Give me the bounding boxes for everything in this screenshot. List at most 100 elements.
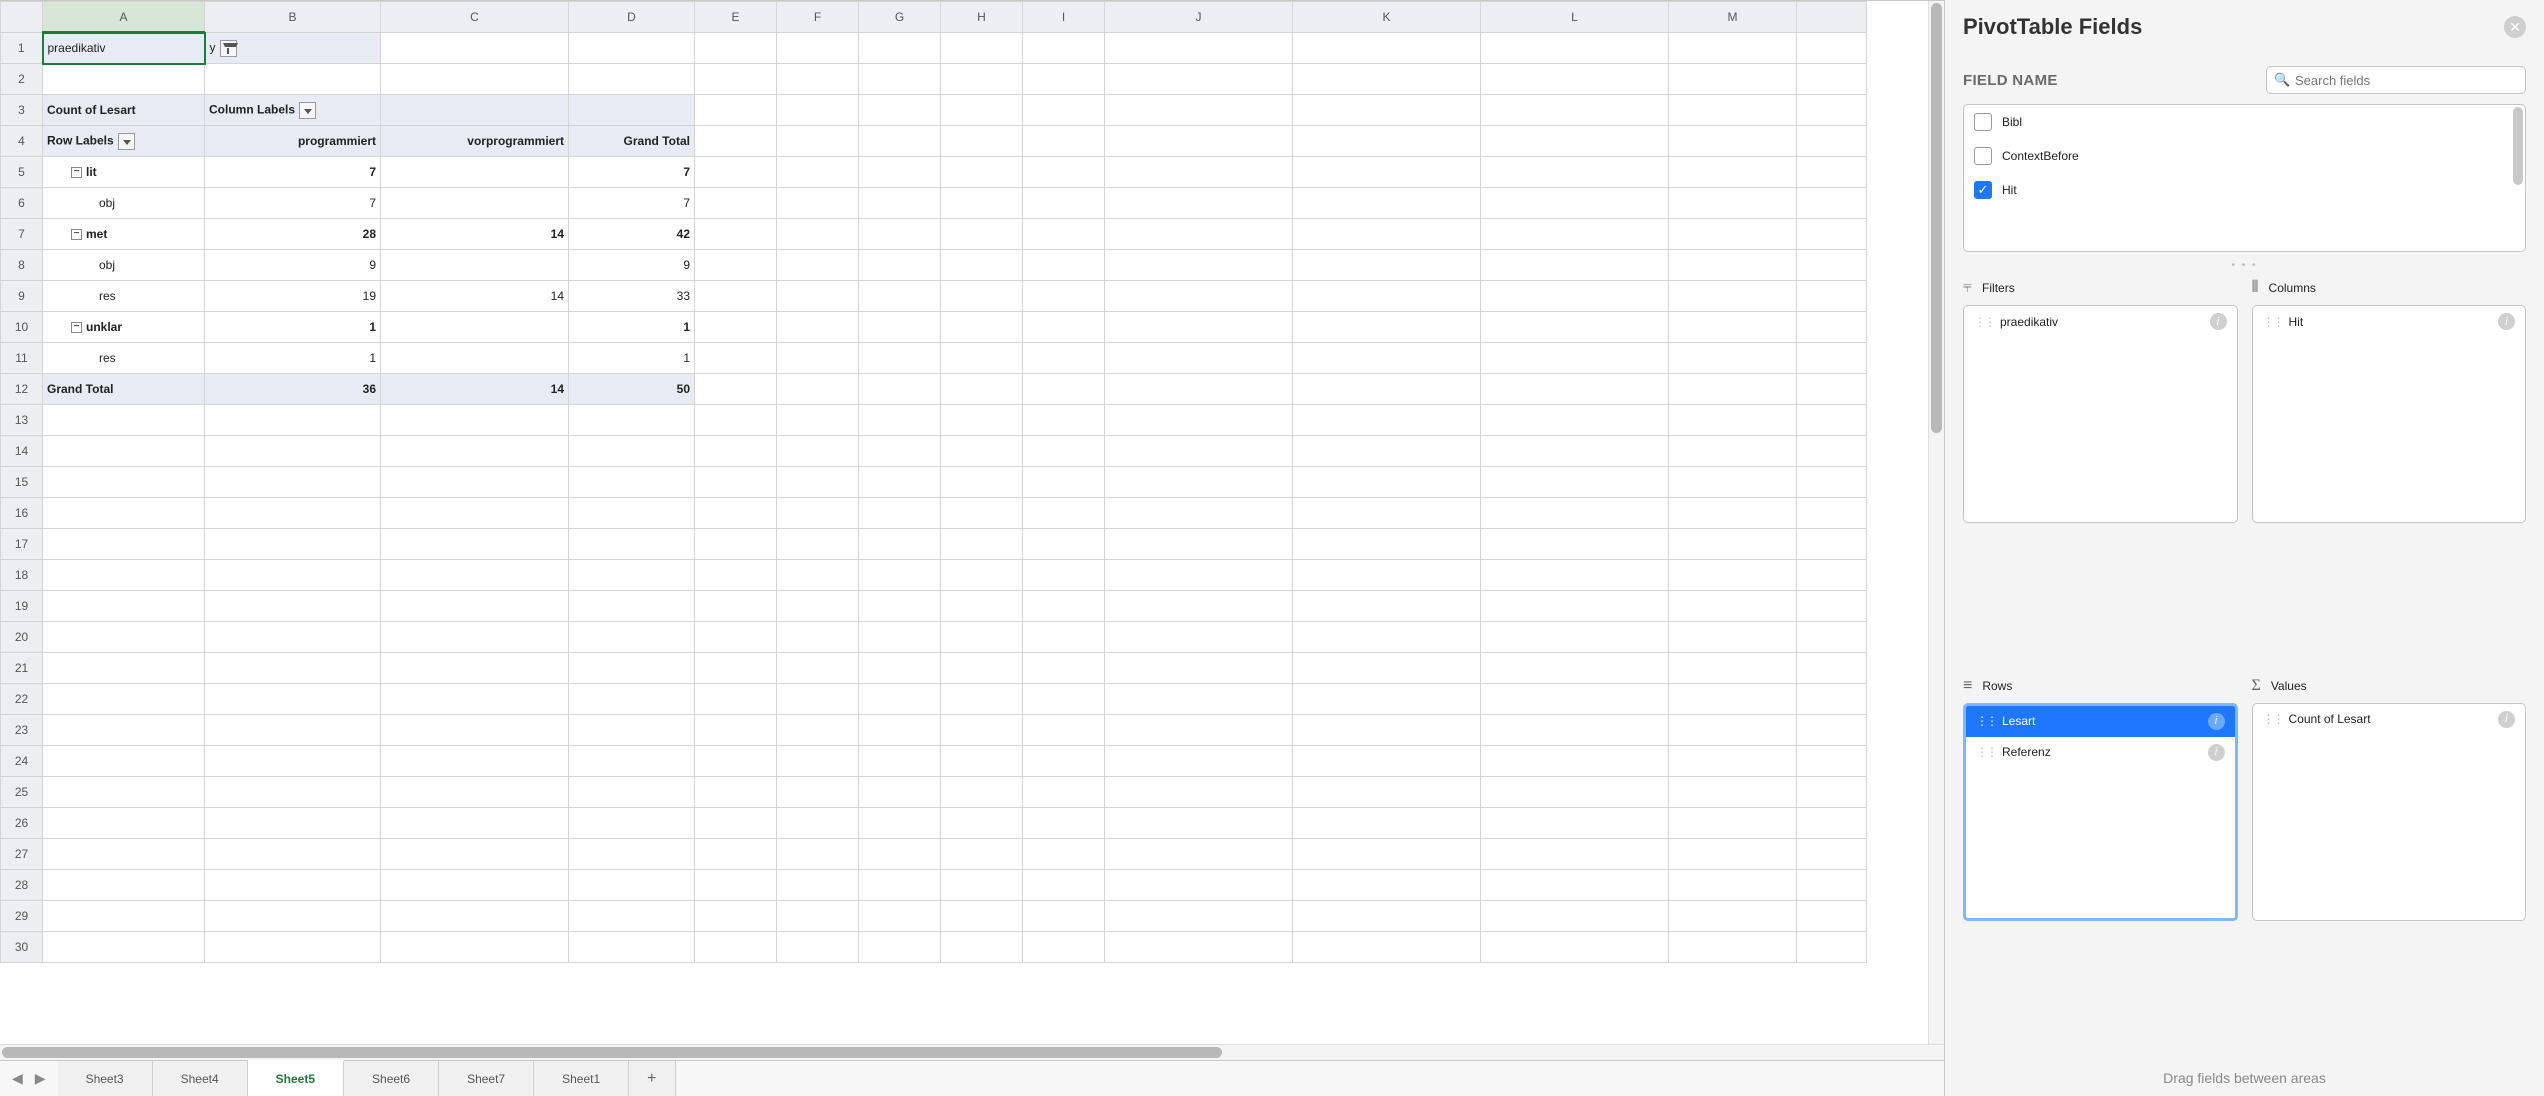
row-header-25[interactable]: 25 — [1, 777, 43, 808]
cell-A5[interactable]: −lit — [43, 157, 205, 188]
row-header-22[interactable]: 22 — [1, 684, 43, 715]
cell-B6[interactable]: 7 — [205, 188, 381, 219]
cell-A7[interactable]: −met — [43, 219, 205, 250]
cell-B8[interactable]: 9 — [205, 250, 381, 281]
row-header-5[interactable]: 5 — [1, 157, 43, 188]
cell-B11[interactable]: 1 — [205, 343, 381, 374]
cell-A10[interactable]: −unklar — [43, 312, 205, 343]
cell-D6[interactable]: 7 — [569, 188, 695, 219]
row-header-13[interactable]: 13 — [1, 405, 43, 436]
dropdown-icon[interactable] — [299, 102, 316, 119]
field-item-contextbefore[interactable]: ContextBefore — [1964, 139, 2525, 173]
tab-sheet6[interactable]: Sheet6 — [344, 1061, 439, 1096]
row-header-14[interactable]: 14 — [1, 436, 43, 467]
cell-A6[interactable]: obj — [43, 188, 205, 219]
col-header-M[interactable]: M — [1669, 2, 1797, 33]
cell-C7[interactable]: 14 — [381, 219, 569, 250]
row-header-15[interactable]: 15 — [1, 467, 43, 498]
scrollbar-thumb[interactable] — [2, 1047, 1222, 1058]
col-header-C[interactable]: C — [381, 2, 569, 33]
add-sheet-button[interactable]: + — [629, 1061, 675, 1096]
row-header-26[interactable]: 26 — [1, 808, 43, 839]
cell-B9[interactable]: 19 — [205, 281, 381, 312]
resize-grip-icon[interactable]: • • • — [1963, 260, 2526, 271]
close-panel-button[interactable]: ✕ — [2504, 16, 2526, 38]
cell-B3[interactable]: Column Labels — [205, 95, 381, 126]
cell-B10[interactable]: 1 — [205, 312, 381, 343]
field-item-bibl[interactable]: Bibl — [1964, 105, 2525, 139]
tab-sheet5[interactable]: Sheet5 — [248, 1060, 344, 1096]
row-header-1[interactable]: 1 — [1, 33, 43, 64]
row-header-20[interactable]: 20 — [1, 622, 43, 653]
filters-box[interactable]: ⋮⋮praedikativi — [1963, 305, 2238, 523]
row-header-8[interactable]: 8 — [1, 250, 43, 281]
field-item-hit[interactable]: ✓Hit — [1964, 173, 2525, 207]
row-header-7[interactable]: 7 — [1, 219, 43, 250]
cell-B12[interactable]: 36 — [205, 374, 381, 405]
info-icon[interactable]: i — [2210, 313, 2227, 330]
collapse-icon[interactable]: − — [71, 167, 82, 178]
columns-box[interactable]: ⋮⋮Hiti — [2252, 305, 2527, 523]
col-header-I[interactable]: I — [1023, 2, 1105, 33]
row-header-23[interactable]: 23 — [1, 715, 43, 746]
row-header-19[interactable]: 19 — [1, 591, 43, 622]
cell-C9[interactable]: 14 — [381, 281, 569, 312]
col-header-L[interactable]: L — [1481, 2, 1669, 33]
cell-C3[interactable] — [381, 95, 569, 126]
cell-B4[interactable]: programmiert — [205, 126, 381, 157]
cell-D12[interactable]: 50 — [569, 374, 695, 405]
cell-D4[interactable]: Grand Total — [569, 126, 695, 157]
info-icon[interactable]: i — [2498, 313, 2515, 330]
row-header-10[interactable]: 10 — [1, 312, 43, 343]
select-all-corner[interactable] — [1, 2, 43, 33]
col-header-extra[interactable] — [1797, 2, 1867, 33]
tab-prev-icon[interactable]: ◀ — [12, 1070, 23, 1087]
row-header-29[interactable]: 29 — [1, 901, 43, 932]
col-header-E[interactable]: E — [695, 2, 777, 33]
column-pill-hit[interactable]: ⋮⋮Hiti — [2253, 306, 2526, 337]
spreadsheet-grid[interactable]: A B C D E F G H I J K L M 1 praedikativ … — [0, 1, 1944, 1044]
horizontal-scrollbar[interactable] — [0, 1044, 1944, 1060]
cell-B7[interactable]: 28 — [205, 219, 381, 250]
info-icon[interactable]: i — [2498, 711, 2515, 728]
row-header-16[interactable]: 16 — [1, 498, 43, 529]
filter-dropdown-icon[interactable] — [220, 40, 237, 57]
col-header-F[interactable]: F — [777, 2, 859, 33]
tab-sheet3[interactable]: Sheet3 — [58, 1061, 153, 1096]
col-header-A[interactable]: A — [43, 2, 205, 33]
col-header-B[interactable]: B — [205, 2, 381, 33]
col-header-H[interactable]: H — [941, 2, 1023, 33]
cell-D1[interactable] — [569, 33, 695, 64]
checkbox-checked-icon[interactable]: ✓ — [1974, 181, 1992, 199]
col-header-K[interactable]: K — [1293, 2, 1481, 33]
row-header-9[interactable]: 9 — [1, 281, 43, 312]
row-header-4[interactable]: 4 — [1, 126, 43, 157]
cell-D3[interactable] — [569, 95, 695, 126]
checkbox-icon[interactable] — [1974, 113, 1992, 131]
tab-next-icon[interactable]: ▶ — [35, 1070, 46, 1087]
cell-A2[interactable] — [43, 64, 205, 95]
value-pill-count[interactable]: ⋮⋮Count of Lesarti — [2253, 704, 2526, 735]
cell-A11[interactable]: res — [43, 343, 205, 374]
cell-A9[interactable]: res — [43, 281, 205, 312]
filter-pill-praedikativ[interactable]: ⋮⋮praedikativi — [1964, 306, 2237, 337]
row-header-27[interactable]: 27 — [1, 839, 43, 870]
cell-A12[interactable]: Grand Total — [43, 374, 205, 405]
info-icon[interactable]: i — [2208, 744, 2225, 761]
row-header-6[interactable]: 6 — [1, 188, 43, 219]
cell-B1[interactable]: y — [205, 33, 381, 64]
checkbox-icon[interactable] — [1974, 147, 1992, 165]
row-header-11[interactable]: 11 — [1, 343, 43, 374]
info-icon[interactable]: i — [2208, 713, 2225, 730]
row-pill-referenz[interactable]: ⋮⋮Referenzi — [1966, 737, 2235, 768]
cell-D8[interactable]: 9 — [569, 250, 695, 281]
cell-A1[interactable]: praedikativ — [43, 33, 205, 64]
row-pill-lesart[interactable]: ⋮⋮Lesarti — [1966, 706, 2235, 737]
cell-D11[interactable]: 1 — [569, 343, 695, 374]
cell-B5[interactable]: 7 — [205, 157, 381, 188]
field-list-scrollbar[interactable] — [2513, 107, 2523, 249]
row-header-12[interactable]: 12 — [1, 374, 43, 405]
cell-D10[interactable]: 1 — [569, 312, 695, 343]
row-header-28[interactable]: 28 — [1, 870, 43, 901]
cell-A3[interactable]: Count of Lesart — [43, 95, 205, 126]
